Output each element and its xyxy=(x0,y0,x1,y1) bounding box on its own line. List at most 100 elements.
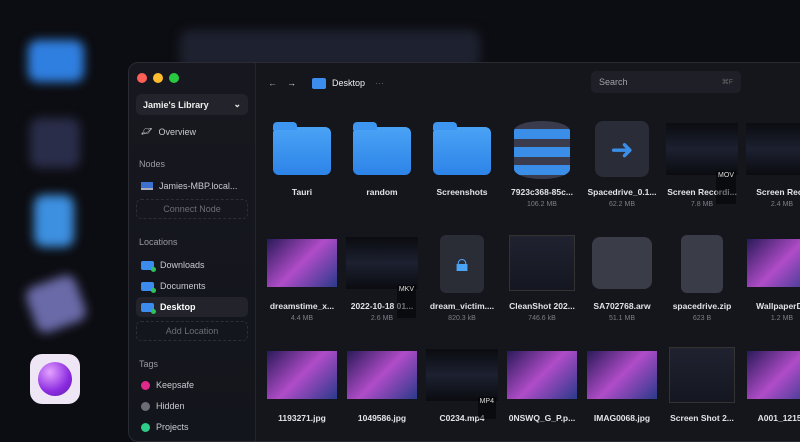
raw-thumbnail xyxy=(582,233,662,295)
nodes-heading: Nodes xyxy=(139,159,166,169)
file-item[interactable]: MKV 2022-10-18 01... 2.6 MB xyxy=(342,233,422,322)
file-size: 106.2 MB xyxy=(527,201,557,208)
file-item[interactable]: 1049586.jpg xyxy=(342,345,422,423)
screenshot-thumbnail xyxy=(662,345,742,407)
folder-thumbnail xyxy=(422,119,502,181)
file-name: Screen Reco xyxy=(756,187,800,197)
sidebar-item-node[interactable]: Jamies-MBP.local... xyxy=(141,181,237,191)
back-arrow-icon[interactable]: ← xyxy=(268,78,277,88)
file-name: random xyxy=(366,187,398,197)
file-type-badge: MP4 xyxy=(477,397,496,419)
file-item[interactable]: A001_12150 xyxy=(742,345,800,423)
file-size: 2.4 MB xyxy=(770,201,794,208)
file-item[interactable]: dreamstime_x... 4.4 MB xyxy=(262,233,342,322)
minimize-window-button[interactable] xyxy=(153,73,163,83)
tag-dot xyxy=(141,422,150,432)
tag-keepsafe[interactable]: Keepsafe xyxy=(141,380,194,390)
app-window: Jamie's Library ⌄ 🪐︎ Overview Nodes Jamies… xyxy=(128,62,800,442)
image-thumbnail xyxy=(742,233,800,295)
sidebar-item-documents[interactable]: Documents xyxy=(141,281,206,293)
file-name: Spacedrive_0.1... xyxy=(587,187,657,197)
file-name: Tauri xyxy=(291,187,313,197)
video-thumbnail xyxy=(742,119,800,181)
file-item[interactable]: Screen Shot 2... xyxy=(662,345,742,423)
library-name: Jamie's Library xyxy=(143,99,209,110)
file-item[interactable]: random xyxy=(342,119,422,197)
file-size: 746.6 kB xyxy=(528,315,556,322)
file-size: 4.4 MB xyxy=(290,315,314,322)
folder-thumbnail xyxy=(342,119,422,181)
zip-thumbnail xyxy=(662,233,742,295)
tags-heading: Tags xyxy=(139,359,159,369)
location-label: Downloads xyxy=(160,260,205,270)
tag-hidden[interactable]: Hidden xyxy=(141,401,185,411)
search-shortcut: ⌘F xyxy=(721,79,733,86)
file-item[interactable]: 7923c368-85c... 106.2 MB xyxy=(502,119,582,208)
sidebar-item-desktop[interactable]: Desktop xyxy=(141,302,196,314)
file-name: A001_12150 xyxy=(757,413,800,423)
file-name: 7923c368-85c... xyxy=(511,187,573,197)
folder-icon xyxy=(141,281,156,293)
node-label: Jamies-MBP.local... xyxy=(159,181,238,191)
tag-label: Projects xyxy=(156,422,189,432)
planet-icon: 🪐︎ xyxy=(141,126,153,136)
file-size: 623 B xyxy=(692,315,712,322)
laptop-icon xyxy=(141,182,153,190)
file-item[interactable]: Tauri xyxy=(262,119,342,197)
installer-thumbnail: ➜ xyxy=(582,119,662,181)
file-name: CleanShot 202... xyxy=(509,301,575,311)
forward-arrow-icon[interactable]: → xyxy=(287,78,296,88)
file-item[interactable]: CleanShot 202... 746.6 kB xyxy=(502,233,582,322)
screenshot-thumbnail xyxy=(502,233,582,295)
file-name: dream_victim.... xyxy=(429,301,495,311)
tag-projects[interactable]: Projects xyxy=(141,422,189,432)
location-label: Desktop xyxy=(160,302,196,312)
folder-icon xyxy=(141,302,156,314)
file-size: 62.2 MB xyxy=(608,201,636,208)
library-selector[interactable]: Jamie's Library ⌄ xyxy=(136,94,248,115)
file-item[interactable]: MP4 C0234.mp4 xyxy=(422,345,502,423)
sidebar-item-downloads[interactable]: Downloads xyxy=(141,260,205,272)
file-size: 820.3 kB xyxy=(448,315,476,322)
file-item[interactable]: 🔒︎ dream_victim.... 820.3 kB xyxy=(422,233,502,322)
file-item[interactable]: Screenshots xyxy=(422,119,502,197)
maximize-window-button[interactable] xyxy=(169,73,179,83)
connect-node-button[interactable]: Connect Node xyxy=(136,199,248,219)
file-item[interactable]: MOV Screen Recordi... 7.8 MB xyxy=(662,119,742,208)
image-thumbnail xyxy=(582,345,662,407)
tag-dot xyxy=(141,401,150,411)
search-input[interactable]: Search ⌘F xyxy=(591,71,741,93)
location-label: Documents xyxy=(160,281,206,291)
file-item[interactable]: ➜ Spacedrive_0.1... 62.2 MB xyxy=(582,119,662,208)
file-item[interactable]: WallpaperDo 1.2 MB xyxy=(742,233,800,322)
file-item[interactable]: IMAG0068.jpg xyxy=(582,345,662,423)
file-item[interactable]: Screen Reco 2.4 MB xyxy=(742,119,800,208)
file-name: Screen Shot 2... xyxy=(670,413,734,423)
tag-label: Hidden xyxy=(156,401,185,411)
image-thumbnail xyxy=(742,345,800,407)
locked-thumbnail: 🔒︎ xyxy=(422,233,502,295)
chevron-down-icon: ⌄ xyxy=(233,99,241,109)
image-thumbnail xyxy=(262,345,342,407)
app-dock-icon[interactable] xyxy=(30,354,80,404)
file-item[interactable]: 0NSWQ_G_P.p... xyxy=(502,345,582,423)
folder-icon xyxy=(141,260,156,272)
toolbar: ← → Desktop ··· Search ⌘F xyxy=(256,63,800,103)
current-path[interactable]: Desktop xyxy=(332,78,365,88)
file-item[interactable]: spacedrive.zip 623 B xyxy=(662,233,742,322)
file-name: Screenshots xyxy=(436,187,488,197)
more-options-button[interactable]: ··· xyxy=(375,78,384,88)
tag-dot xyxy=(141,380,150,390)
sidebar-item-overview[interactable]: 🪐︎ Overview xyxy=(141,126,196,137)
file-item[interactable]: SA702768.arw 51.1 MB xyxy=(582,233,662,322)
file-name: dreamstime_x... xyxy=(269,301,335,311)
file-name: IMAG0068.jpg xyxy=(593,413,651,423)
file-size: 51.1 MB xyxy=(608,315,636,322)
add-location-button[interactable]: Add Location xyxy=(136,321,248,341)
close-window-button[interactable] xyxy=(137,73,147,83)
file-name: SA702768.arw xyxy=(593,301,651,311)
file-type-badge: MKV xyxy=(396,285,416,318)
file-item[interactable]: 1193271.jpg xyxy=(262,345,342,423)
file-name: WallpaperDo xyxy=(756,301,800,311)
locations-heading: Locations xyxy=(139,237,178,247)
